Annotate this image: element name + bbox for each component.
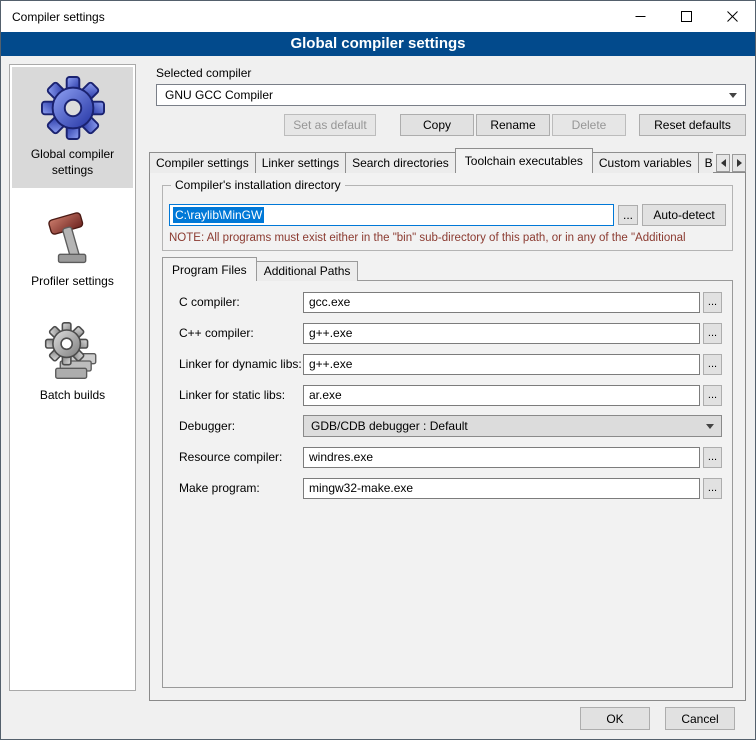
chevron-down-icon bbox=[706, 424, 714, 429]
field-row-c-compiler: C compiler: ... bbox=[179, 291, 722, 313]
field-row-debugger: Debugger: GDB/CDB debugger : Default bbox=[179, 415, 722, 437]
window-title: Compiler settings bbox=[12, 10, 105, 24]
close-button[interactable] bbox=[709, 1, 755, 32]
profiler-hammer-icon bbox=[44, 209, 102, 267]
compiler-select[interactable]: GNU GCC Compiler bbox=[156, 84, 746, 106]
blue-gear-icon bbox=[41, 76, 105, 140]
field-row-resource-compiler: Resource compiler: ... bbox=[179, 446, 722, 468]
install-dir-input[interactable]: C:\raylib\MinGW bbox=[169, 204, 614, 226]
field-label: Linker for dynamic libs: bbox=[179, 357, 303, 371]
field-label: Debugger: bbox=[179, 419, 303, 433]
cpp-compiler-browse-button[interactable]: ... bbox=[703, 323, 722, 344]
field-label: C++ compiler: bbox=[179, 326, 303, 340]
tab-build-options[interactable]: Buil bbox=[698, 152, 713, 173]
caption-buttons bbox=[617, 1, 755, 32]
tab-scroll-right-button[interactable] bbox=[732, 154, 746, 172]
c-compiler-input[interactable] bbox=[303, 292, 700, 313]
tab-linker-settings[interactable]: Linker settings bbox=[255, 152, 346, 173]
arrow-right-icon bbox=[737, 159, 742, 167]
sidebar-item-label: Global compiler settings bbox=[14, 147, 131, 178]
debugger-select-value: GDB/CDB debugger : Default bbox=[311, 419, 468, 433]
toolchain-executables-panel: Compiler's installation directory C:\ray… bbox=[149, 172, 746, 701]
sidebar-item-batch-builds[interactable]: Batch builds bbox=[12, 312, 133, 414]
maximize-icon bbox=[681, 11, 692, 22]
install-dir-selected-text: C:\raylib\MinGW bbox=[173, 207, 264, 223]
tab-additional-paths[interactable]: Additional Paths bbox=[256, 261, 359, 281]
sidebar-item-label: Profiler settings bbox=[31, 274, 114, 290]
tab-toolchain-executables[interactable]: Toolchain executables bbox=[455, 148, 593, 173]
dialog-content: Global compiler settings Profiler s bbox=[1, 56, 755, 739]
field-row-static-linker: Linker for static libs: ... bbox=[179, 384, 722, 406]
install-dir-browse-button[interactable]: ... bbox=[618, 205, 638, 225]
delete-button: Delete bbox=[552, 114, 626, 136]
static-linker-browse-button[interactable]: ... bbox=[703, 385, 722, 406]
rename-button[interactable]: Rename bbox=[476, 114, 550, 136]
sidebar-item-profiler-settings[interactable]: Profiler settings bbox=[12, 200, 133, 300]
debugger-select[interactable]: GDB/CDB debugger : Default bbox=[303, 415, 722, 437]
field-label: Resource compiler: bbox=[179, 450, 303, 464]
minimize-button[interactable] bbox=[617, 1, 663, 32]
resource-compiler-browse-button[interactable]: ... bbox=[703, 447, 722, 468]
installation-directory-row: C:\raylib\MinGW ... Auto-detect bbox=[169, 204, 726, 226]
selected-compiler-label: Selected compiler bbox=[156, 66, 251, 80]
installation-directory-group-title: Compiler's installation directory bbox=[171, 178, 345, 192]
ok-button[interactable]: OK bbox=[580, 707, 650, 730]
static-linker-input[interactable] bbox=[303, 385, 700, 406]
bin-subdirectory-note: NOTE: All programs must exist either in … bbox=[169, 232, 732, 244]
tab-search-directories[interactable]: Search directories bbox=[345, 152, 456, 173]
field-label: Make program: bbox=[179, 481, 303, 495]
program-tabs: Program Files Additional Paths bbox=[162, 257, 733, 281]
copy-button[interactable]: Copy bbox=[400, 114, 474, 136]
compiler-select-value: GNU GCC Compiler bbox=[165, 88, 273, 102]
minimize-icon bbox=[635, 11, 646, 22]
compiler-buttons-row: Set as default Copy Rename Delete Reset … bbox=[156, 114, 746, 136]
program-files-panel: C compiler: ... C++ compiler: ... bbox=[162, 280, 733, 688]
dialog-footer: OK Cancel bbox=[580, 707, 735, 730]
c-compiler-browse-button[interactable]: ... bbox=[703, 292, 722, 313]
close-icon bbox=[727, 11, 738, 22]
set-as-default-button: Set as default bbox=[284, 114, 376, 136]
arrow-left-icon bbox=[721, 159, 726, 167]
chevron-down-icon bbox=[729, 93, 737, 98]
field-row-make-program: Make program: ... bbox=[179, 477, 722, 499]
reset-defaults-button[interactable]: Reset defaults bbox=[639, 114, 746, 136]
maximize-button[interactable] bbox=[663, 1, 709, 32]
settings-category-list: Global compiler settings Profiler s bbox=[9, 64, 136, 691]
tabs-scroll-area: Compiler settings Linker settings Search… bbox=[149, 148, 713, 173]
tab-scroll-left-button[interactable] bbox=[716, 154, 730, 172]
main-area: Selected compiler GNU GCC Compiler Set a… bbox=[146, 56, 749, 739]
sidebar-item-global-compiler-settings[interactable]: Global compiler settings bbox=[12, 67, 133, 188]
tab-program-files[interactable]: Program Files bbox=[162, 257, 257, 281]
field-row-dynamic-linker: Linker for dynamic libs: ... bbox=[179, 353, 722, 375]
field-label: C compiler: bbox=[179, 295, 303, 309]
field-label: Linker for static libs: bbox=[179, 388, 303, 402]
make-program-browse-button[interactable]: ... bbox=[703, 478, 722, 499]
dynamic-linker-input[interactable] bbox=[303, 354, 700, 375]
titlebar: Compiler settings bbox=[1, 1, 755, 32]
tab-custom-variables[interactable]: Custom variables bbox=[592, 152, 699, 173]
field-row-cpp-compiler: C++ compiler: ... bbox=[179, 322, 722, 344]
tab-scroll-buttons bbox=[716, 154, 746, 172]
make-program-input[interactable] bbox=[303, 478, 700, 499]
resource-compiler-input[interactable] bbox=[303, 447, 700, 468]
cpp-compiler-input[interactable] bbox=[303, 323, 700, 344]
dialog-header: Global compiler settings bbox=[1, 32, 755, 56]
sidebar-item-label: Batch builds bbox=[40, 388, 105, 404]
tab-compiler-settings[interactable]: Compiler settings bbox=[149, 152, 256, 173]
cancel-button[interactable]: Cancel bbox=[665, 707, 735, 730]
auto-detect-button[interactable]: Auto-detect bbox=[642, 204, 726, 226]
settings-tabs: Compiler settings Linker settings Search… bbox=[149, 148, 746, 173]
installation-directory-group: Compiler's installation directory C:\ray… bbox=[162, 185, 733, 251]
compiler-settings-dialog: Compiler settings Global compiler settin… bbox=[0, 0, 756, 740]
gray-gear-stack-icon bbox=[43, 321, 103, 381]
dynamic-linker-browse-button[interactable]: ... bbox=[703, 354, 722, 375]
